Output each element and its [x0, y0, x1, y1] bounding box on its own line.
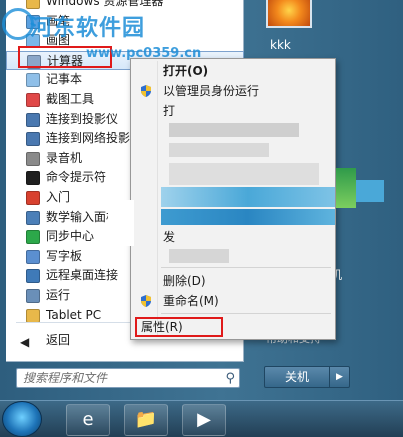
- blurred-item: [169, 249, 229, 263]
- shutdown-button[interactable]: 关机: [264, 366, 330, 388]
- folder-icon: [26, 0, 40, 9]
- taskbar: e 📁 ▶: [0, 400, 403, 437]
- notepad-icon: [26, 73, 40, 88]
- context-menu: 打开(O) 以管理员身份运行 打 发 删除(D) 重命名(M) 属性(R): [130, 58, 336, 340]
- search-icon: ⚲: [225, 371, 235, 386]
- menu-item-delete[interactable]: 删除(D): [133, 271, 333, 291]
- blurred-item: [161, 187, 335, 207]
- microphone-icon: [26, 151, 40, 166]
- blurred-item: [336, 168, 356, 208]
- media-player-icon[interactable]: ▶: [182, 404, 226, 436]
- uac-shield-icon: [141, 85, 151, 97]
- watermark-title: 河东软件园: [30, 16, 146, 41]
- menu-separator: [161, 267, 331, 268]
- menu-item-pin[interactable]: 打: [133, 101, 333, 121]
- uac-shield-icon: [141, 295, 151, 307]
- menu-item-run-as-admin[interactable]: 以管理员身份运行: [133, 81, 333, 101]
- blurred-item: [169, 123, 299, 137]
- blurred-item: [169, 163, 319, 185]
- menu-label-run-as-admin: 以管理员身份运行: [163, 84, 260, 98]
- getting-started-icon: [26, 190, 40, 205]
- menu-label-pin: 打: [163, 104, 176, 118]
- shutdown-group: 关机 ▶: [264, 366, 350, 388]
- calculator-icon: [27, 54, 41, 69]
- ie-icon[interactable]: e: [66, 404, 110, 436]
- search-input[interactable]: 搜索程序和文件 ⚲: [16, 368, 240, 388]
- search-placeholder: 搜索程序和文件: [23, 371, 108, 385]
- math-input-icon: [26, 210, 40, 225]
- wordpad-icon: [26, 249, 40, 264]
- blurred-item: [356, 180, 384, 202]
- shutdown-options-arrow-icon[interactable]: ▶: [330, 366, 350, 388]
- scissors-icon: [26, 92, 40, 107]
- network-projector-icon: [26, 132, 40, 147]
- back-label: 返回: [46, 333, 71, 347]
- menu-item-send-to[interactable]: 发: [133, 227, 333, 247]
- menu-separator: [161, 313, 331, 314]
- blurred-item: [169, 143, 269, 157]
- blurred-item: [108, 200, 134, 246]
- menu-label-delete: 删除(D): [163, 274, 206, 288]
- back-button[interactable]: ◀ 返回: [16, 330, 70, 350]
- blurred-item: [161, 209, 335, 225]
- menu-item-open[interactable]: 打开(O): [133, 61, 333, 81]
- menu-item-rename[interactable]: 重命名(M): [133, 291, 333, 311]
- folder-icon: [26, 308, 40, 323]
- user-name[interactable]: kkk: [270, 38, 291, 52]
- start-menu: Windows 资源管理器 画笔 画图 计算器 记事本 截图工具 连接到投影仪 …: [0, 0, 403, 400]
- menu-label-rename: 重命名(M): [163, 294, 219, 308]
- menu-label-properties: 属性(R): [141, 320, 183, 334]
- back-arrow-icon: ◀: [20, 335, 30, 349]
- start-orb-icon[interactable]: [2, 401, 42, 437]
- explorer-icon[interactable]: 📁: [124, 404, 168, 436]
- menu-item-properties[interactable]: 属性(R): [135, 317, 223, 337]
- cmd-icon: [26, 171, 40, 186]
- sync-icon: [26, 230, 40, 245]
- projector-icon: [26, 112, 40, 127]
- user-picture[interactable]: [266, 0, 312, 28]
- menu-label-open: 打开(O): [163, 64, 209, 78]
- remote-desktop-icon: [26, 269, 40, 284]
- menu-label-send-to: 发: [163, 230, 176, 244]
- run-icon: [26, 288, 40, 303]
